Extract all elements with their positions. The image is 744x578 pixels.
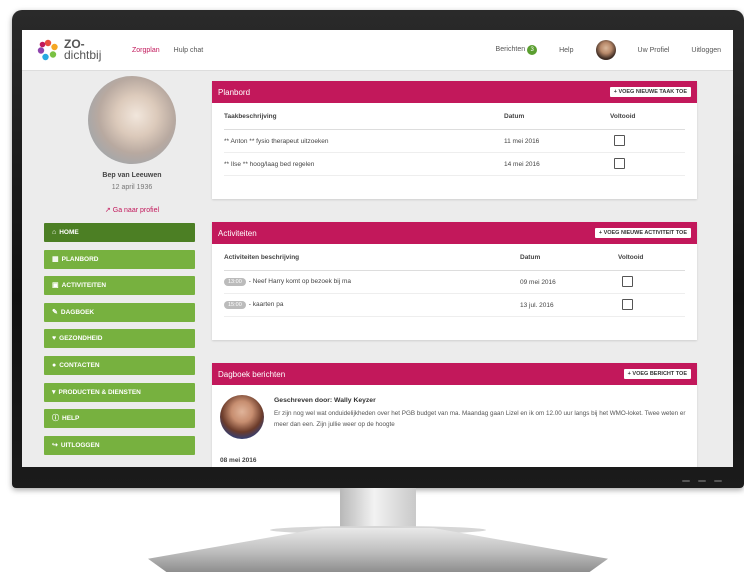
external-link-icon: ↗ bbox=[104, 207, 111, 214]
user-avatar[interactable] bbox=[595, 40, 616, 60]
sidebar-item-label: UITLOGGEN bbox=[60, 441, 100, 449]
sidebar-item-uitloggen[interactable]: ↪ UITLOGGEN bbox=[44, 435, 195, 455]
sidebar-item-label: PLANBORD bbox=[61, 255, 99, 263]
profile-name: Bep van Leeuwen bbox=[102, 172, 162, 179]
column-header: Activiteiten beschrijving bbox=[224, 253, 300, 261]
sidebar-item-label: ACTIVITEITEN bbox=[61, 282, 107, 290]
heart-icon: ♥ bbox=[52, 335, 57, 343]
sidebar-item-activiteiten[interactable]: ▣ ACTIVITEITEN bbox=[44, 276, 195, 296]
task-done-checkbox[interactable] bbox=[614, 134, 625, 146]
monitor-stand-base bbox=[148, 528, 608, 572]
add-task-button[interactable]: + VOEG NIEUWE TAAK TOE bbox=[609, 87, 691, 97]
sidebar-menu: ⌂ HOME ▦ PLANBORD ▣ ACTIVITEITEN ✎ DAGBOEK ♥… bbox=[44, 223, 195, 462]
column-header: Datum bbox=[520, 253, 541, 261]
monitor-buttons bbox=[682, 480, 722, 482]
sidebar-item-gezondheid[interactable]: ♥ GEZONDHEID bbox=[44, 329, 195, 349]
activity-done-checkbox[interactable] bbox=[622, 275, 633, 287]
activiteiten-table: Activiteiten beschrijving Datum Voltooid… bbox=[224, 244, 685, 317]
logout-icon: ↪ bbox=[52, 441, 58, 449]
logo-icon bbox=[37, 39, 58, 61]
activity-time: 15:00 bbox=[224, 301, 246, 309]
sidebar-item-label: PRODUCTEN & DIENSTEN bbox=[58, 388, 141, 396]
sidebar: Bep van Leeuwen 12 april 1936 ↗ Ga naar … bbox=[44, 70, 204, 467]
monitor-screen: ZO- dichtbij Zorgplan Hulp chat Berichte… bbox=[22, 30, 733, 467]
task-description: ** Ilse ** hoog/laag bed regelen bbox=[224, 160, 315, 168]
sidebar-item-label: CONTACTEN bbox=[59, 361, 100, 369]
table-row[interactable]: ** Ilse ** hoog/laag bed regelen 14 mei … bbox=[224, 153, 685, 176]
activiteiten-header: Activiteiten + VOEG NIEUWE ACTIVITEIT TO… bbox=[212, 222, 697, 244]
add-post-button[interactable]: + VOEG BERICHT TOE bbox=[623, 369, 691, 379]
dagboek-panel: Dagboek berichten + VOEG BERICHT TOE Ges… bbox=[212, 363, 697, 467]
logo-line2: dichtbij bbox=[64, 48, 102, 62]
sidebar-item-label: GEZONDHEID bbox=[59, 335, 103, 343]
user-icon: ● bbox=[52, 361, 57, 369]
berichten-count-badge: 3 bbox=[527, 45, 538, 55]
activity-time: 13:00 bbox=[224, 278, 246, 286]
activiteiten-title: Activiteiten bbox=[218, 228, 257, 238]
activity-done-checkbox[interactable] bbox=[622, 298, 633, 310]
planbord-header: Planbord + VOEG NIEUWE TAAK TOE bbox=[212, 81, 697, 103]
sidebar-item-label: DAGBOEK bbox=[60, 308, 95, 316]
task-done-checkbox[interactable] bbox=[614, 157, 625, 169]
sidebar-item-producten[interactable]: ▾ PRODUCTEN & DIENSTEN bbox=[44, 382, 195, 402]
column-header: Taakbeschrijving bbox=[224, 112, 277, 120]
profile-photo bbox=[88, 76, 176, 164]
task-date: 11 mei 2016 bbox=[504, 137, 540, 145]
nav-zorgplan[interactable]: Zorgplan bbox=[132, 47, 160, 54]
column-header: Voltooid bbox=[618, 253, 644, 261]
profile-link-label: Ga naar profiel bbox=[112, 207, 160, 214]
author-avatar bbox=[220, 395, 264, 439]
task-date: 14 mei 2016 bbox=[504, 160, 540, 168]
top-nav: ZO- dichtbij Zorgplan Hulp chat Berichte… bbox=[22, 30, 733, 71]
sidebar-item-contacten[interactable]: ● CONTACTEN bbox=[44, 355, 195, 375]
dagboek-title: Dagboek berichten bbox=[218, 369, 286, 379]
add-activity-button[interactable]: + VOEG NIEUWE ACTIVITEIT TOE bbox=[594, 228, 691, 238]
profile-birthdate: 12 april 1936 bbox=[111, 184, 153, 191]
sidebar-item-help[interactable]: ⓘ HELP bbox=[44, 409, 195, 429]
sidebar-item-home[interactable]: ⌂ HOME bbox=[44, 223, 195, 242]
post-date: 08 mei 2016 bbox=[220, 457, 257, 464]
nav-berichten[interactable]: Berichten 3 bbox=[496, 45, 538, 55]
table-row[interactable]: 13:00- Neef Harry komt op bezoek bij ma … bbox=[224, 271, 685, 294]
nav-profiel[interactable]: Uw Profiel bbox=[638, 47, 670, 54]
activity-date: 09 mei 2016 bbox=[520, 278, 556, 286]
planbord-title: Planbord bbox=[218, 87, 251, 97]
planbord-table: Taakbeschrijving Datum Voltooid ** Anton… bbox=[224, 103, 685, 176]
column-header: Datum bbox=[504, 112, 525, 120]
nav-right: Berichten 3 Help Uw Profiel Uitloggen bbox=[474, 40, 721, 60]
dagboek-header: Dagboek berichten + VOEG BERICHT TOE bbox=[212, 363, 697, 385]
sidebar-item-planbord[interactable]: ▦ PLANBORD bbox=[44, 249, 195, 269]
sidebar-item-label: HELP bbox=[62, 415, 80, 423]
logo[interactable]: ZO- dichtbij bbox=[36, 38, 124, 62]
grid-icon: ▦ bbox=[52, 255, 59, 263]
nav-berichten-label: Berichten bbox=[495, 46, 526, 53]
activity-description: - kaarten pa bbox=[248, 301, 284, 308]
activiteiten-panel: Activiteiten + VOEG NIEUWE ACTIVITEIT TO… bbox=[212, 222, 697, 340]
column-header: Voltooid bbox=[610, 112, 636, 120]
task-description: ** Anton ** fysio therapeut uitzoeken bbox=[224, 137, 329, 145]
post-author: Geschreven door: Wally Keyzer bbox=[274, 397, 376, 404]
nav-help[interactable]: Help bbox=[559, 47, 573, 54]
book-icon: ✎ bbox=[52, 308, 58, 316]
activity-description: - Neef Harry komt op bezoek bij ma bbox=[248, 278, 351, 285]
planbord-panel: Planbord + VOEG NIEUWE TAAK TOE Taakbesc… bbox=[212, 81, 697, 199]
post-text: Er zijn nog wel wat onduidelijkheden ove… bbox=[274, 410, 686, 428]
cart-icon: ▾ bbox=[52, 388, 56, 396]
home-icon: ⌂ bbox=[52, 229, 57, 236]
profile-link[interactable]: ↗ Ga naar profiel bbox=[44, 206, 220, 214]
question-icon: ⓘ bbox=[52, 415, 59, 423]
activity-date: 13 jul. 2016 bbox=[520, 301, 554, 309]
camera-icon: ▣ bbox=[52, 282, 59, 290]
sidebar-item-dagboek[interactable]: ✎ DAGBOEK bbox=[44, 302, 195, 322]
table-row[interactable]: ** Anton ** fysio therapeut uitzoeken 11… bbox=[224, 130, 685, 153]
nav-hulp-chat[interactable]: Hulp chat bbox=[174, 47, 204, 54]
table-row[interactable]: 15:00- kaarten pa 13 jul. 2016 bbox=[224, 294, 685, 317]
nav-uitloggen[interactable]: Uitloggen bbox=[691, 47, 721, 54]
diary-post: Geschreven door: Wally Keyzer Er zijn no… bbox=[212, 385, 697, 439]
sidebar-item-label: HOME bbox=[59, 229, 79, 236]
